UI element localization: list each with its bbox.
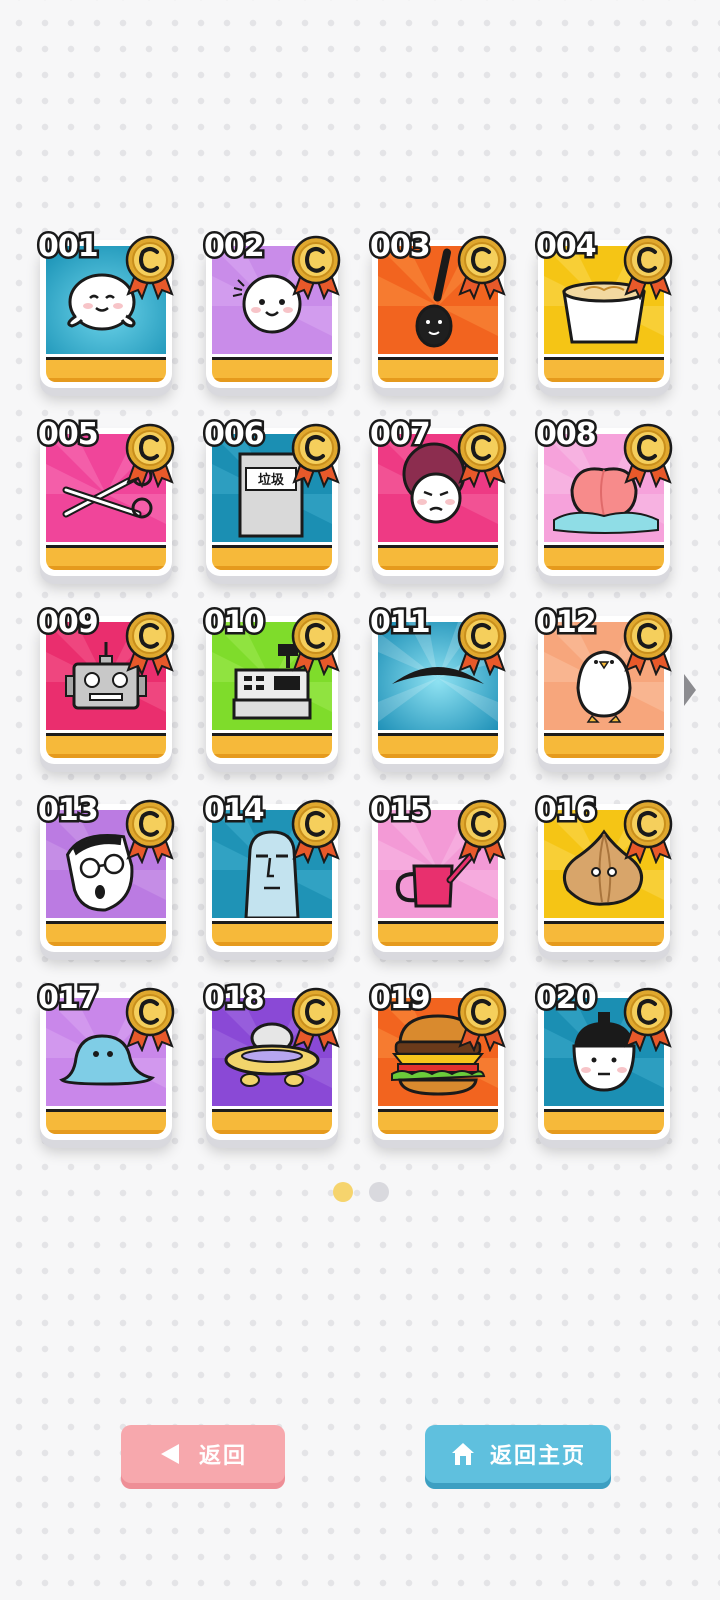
card-number: 010: [202, 605, 268, 640]
medal-c-icon: [623, 611, 673, 676]
back-button[interactable]: 返回: [121, 1425, 285, 1483]
card-number: 003: [368, 229, 434, 264]
collection-card-015[interactable]: 015: [368, 793, 507, 962]
card-number: 001: [36, 229, 102, 264]
collection-card-014[interactable]: 014: [202, 793, 341, 962]
collection-card-013[interactable]: 013: [36, 793, 175, 962]
back-arrow-icon: [159, 1442, 181, 1466]
medal-c-icon: [291, 799, 341, 864]
home-button-label: 返回主页: [489, 1444, 586, 1469]
card-number: 018: [202, 981, 268, 1016]
collection-card-007[interactable]: 007: [368, 417, 507, 586]
card-number: 007: [368, 417, 434, 452]
collection-card-009[interactable]: 009: [36, 605, 175, 774]
collection-card-019[interactable]: 019: [368, 981, 507, 1150]
card-number: 011: [368, 605, 434, 640]
medal-c-icon: [623, 987, 673, 1052]
card-number: 014: [202, 793, 268, 828]
medal-c-icon: [291, 235, 341, 300]
collection-card-001[interactable]: 001: [36, 229, 175, 398]
collection-card-018[interactable]: 018: [202, 981, 341, 1150]
card-number: 015: [368, 793, 434, 828]
card-number: 004: [534, 229, 600, 264]
medal-c-icon: [125, 987, 175, 1052]
card-number: 008: [534, 417, 600, 452]
medal-c-icon: [457, 799, 507, 864]
card-number: 005: [36, 417, 102, 452]
collection-card-002[interactable]: 002: [202, 229, 341, 398]
card-number: 002: [202, 229, 268, 264]
page-dot-1[interactable]: [333, 1182, 353, 1202]
medal-c-icon: [623, 423, 673, 488]
card-number: 017: [36, 981, 102, 1016]
collection-card-011[interactable]: 011: [368, 605, 507, 774]
card-number: 006: [202, 417, 268, 452]
card-number: 012: [534, 605, 600, 640]
medal-c-icon: [125, 611, 175, 676]
page-indicator: [0, 1182, 720, 1202]
page-dot-2[interactable]: [369, 1182, 389, 1202]
collection-card-006[interactable]: 垃圾 006: [202, 417, 341, 586]
collection-card-017[interactable]: 017: [36, 981, 175, 1150]
medal-c-icon: [623, 235, 673, 300]
medal-c-icon: [291, 987, 341, 1052]
medal-c-icon: [457, 611, 507, 676]
trash-bin-label: 垃圾: [258, 472, 285, 488]
collection-card-008[interactable]: 008: [534, 417, 673, 586]
collection-card-004[interactable]: 004: [534, 229, 673, 398]
medal-c-icon: [125, 799, 175, 864]
card-number: 009: [36, 605, 102, 640]
collection-card-005[interactable]: 005: [36, 417, 175, 586]
card-number: 016: [534, 793, 600, 828]
collection-card-016[interactable]: 016: [534, 793, 673, 962]
card-number: 013: [36, 793, 102, 828]
medal-c-icon: [291, 611, 341, 676]
medal-c-icon: [457, 235, 507, 300]
home-icon: [450, 1441, 476, 1467]
collection-card-020[interactable]: 020: [534, 981, 673, 1150]
collection-card-012[interactable]: 012: [534, 605, 673, 774]
medal-c-icon: [457, 987, 507, 1052]
next-page-arrow-icon[interactable]: [682, 670, 698, 710]
collection-card-010[interactable]: 010: [202, 605, 341, 774]
back-button-label: 返回: [198, 1444, 247, 1469]
home-button[interactable]: 返回主页: [425, 1425, 611, 1483]
card-number: 020: [534, 981, 600, 1016]
collection-card-003[interactable]: 003: [368, 229, 507, 398]
medal-c-icon: [125, 235, 175, 300]
medal-c-icon: [623, 799, 673, 864]
medal-c-icon: [291, 423, 341, 488]
card-number: 019: [368, 981, 434, 1016]
medal-c-icon: [125, 423, 175, 488]
medal-c-icon: [457, 423, 507, 488]
